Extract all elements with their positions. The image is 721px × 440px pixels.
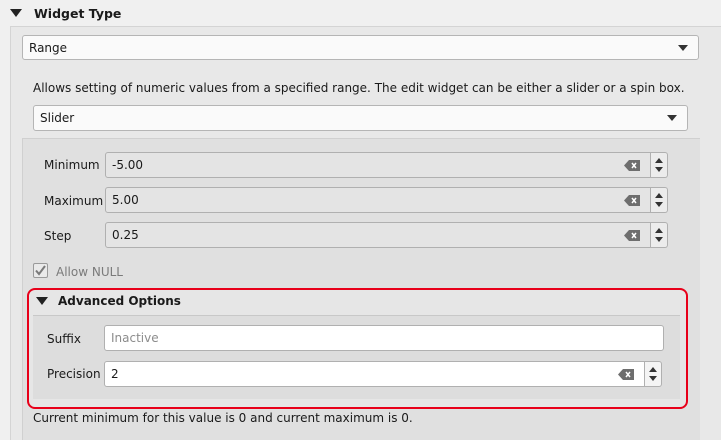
arrow-up-icon[interactable] — [655, 193, 663, 198]
range-description: Allows setting of numeric values from a … — [33, 81, 685, 95]
precision-spinner[interactable] — [645, 361, 662, 387]
arrow-up-icon[interactable] — [655, 228, 663, 233]
advanced-options-header[interactable]: Advanced Options — [36, 294, 181, 308]
widget-type-value: Range — [29, 40, 68, 55]
step-spinner[interactable] — [651, 222, 668, 248]
triangle-down-icon[interactable] — [10, 9, 22, 17]
suffix-placeholder: Inactive — [111, 331, 159, 345]
advanced-options-title: Advanced Options — [58, 294, 181, 308]
clear-text-icon[interactable] — [624, 194, 640, 206]
suffix-label: Suffix — [47, 332, 81, 346]
widget-type-title: Widget Type — [34, 5, 122, 21]
arrow-down-icon[interactable] — [655, 237, 663, 242]
maximum-field[interactable]: 5.00 — [105, 187, 651, 213]
arrow-up-icon[interactable] — [655, 158, 663, 163]
precision-field[interactable]: 2 — [104, 361, 645, 387]
clear-text-icon[interactable] — [618, 368, 634, 380]
edit-widget-combo[interactable]: Slider — [33, 105, 688, 131]
clear-text-icon[interactable] — [624, 229, 640, 241]
arrow-down-icon[interactable] — [655, 202, 663, 207]
chevron-down-icon[interactable] — [678, 44, 688, 51]
widget-type-combo[interactable]: Range — [22, 35, 699, 60]
maximum-spinner[interactable] — [651, 187, 668, 213]
step-value: 0.25 — [112, 228, 139, 242]
edit-widget-value: Slider — [40, 111, 75, 125]
range-info-text: Current minimum for this value is 0 and … — [33, 411, 413, 425]
widget-type-header[interactable]: Widget Type — [0, 0, 721, 26]
checkmark-icon — [35, 265, 46, 276]
chevron-down-icon[interactable] — [667, 115, 677, 121]
step-label: Step — [44, 229, 72, 243]
precision-value: 2 — [111, 367, 119, 381]
precision-label: Precision — [47, 367, 101, 381]
minimum-spinner[interactable] — [651, 152, 668, 178]
maximum-label: Maximum — [44, 194, 104, 208]
minimum-label: Minimum — [44, 158, 100, 172]
allow-null-checkbox[interactable] — [33, 263, 48, 278]
arrow-up-icon[interactable] — [649, 367, 657, 372]
triangle-down-icon[interactable] — [36, 297, 48, 305]
arrow-down-icon[interactable] — [649, 376, 657, 381]
maximum-value: 5.00 — [112, 193, 139, 207]
minimum-value: -5.00 — [112, 158, 144, 172]
allow-null-label: Allow NULL — [56, 265, 123, 279]
minimum-field[interactable]: -5.00 — [105, 152, 651, 178]
step-field[interactable]: 0.25 — [105, 222, 651, 248]
suffix-input[interactable]: Inactive — [104, 325, 664, 351]
clear-text-icon[interactable] — [624, 159, 640, 171]
arrow-down-icon[interactable] — [655, 167, 663, 172]
